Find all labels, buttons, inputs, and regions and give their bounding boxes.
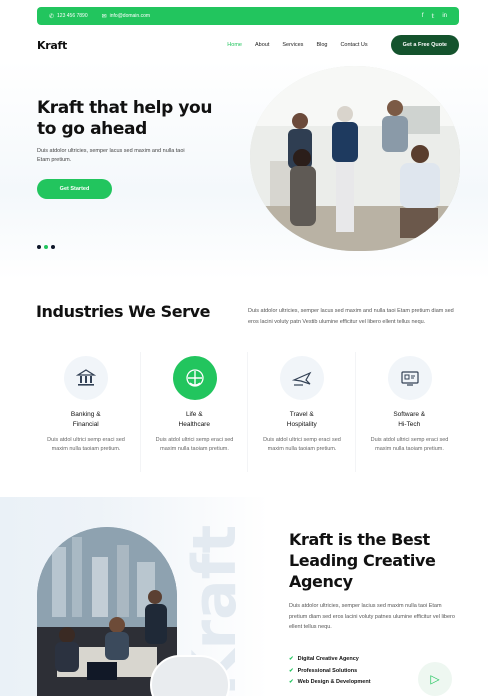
check-icon: ✔ — [289, 667, 294, 674]
industry-card-healthcare[interactable]: Life & Healthcare Duis atdol ultrici sem… — [139, 352, 248, 472]
twitter-icon[interactable]: 𝕥 — [432, 13, 435, 20]
card-title: Life & Healthcare — [178, 411, 210, 428]
card-description: Duis atdol ultrici semp eraci sed maxim … — [47, 437, 125, 452]
check-icon: ✔ — [289, 656, 294, 662]
hero-team-image — [250, 66, 460, 251]
industries-title: Industries We Serve — [36, 302, 211, 321]
top-contact-bar: ✆ 123 456 7890 ✉ info@domain.com f 𝕥 in — [37, 7, 459, 25]
email-address: info@domain.com — [109, 13, 151, 19]
feature-item: ✔ Professional Solutions — [289, 666, 371, 678]
main-nav: Home About Services Blog Contact Us Get … — [227, 35, 459, 55]
mail-icon: ✉ — [101, 13, 107, 20]
hero-title: Kraft that help you to go ahead — [37, 98, 213, 139]
nav-about[interactable]: About — [255, 42, 269, 48]
card-title: Banking & Financial — [70, 411, 101, 428]
industry-card-travel[interactable]: Travel & Hospitality Duis atdol ultrici … — [247, 352, 355, 472]
nav-home[interactable]: Home — [227, 42, 242, 48]
free-quote-button[interactable]: Get a Free Quote — [390, 35, 459, 55]
card-description: Duis atdol ultrici semp eraci sed maxim … — [370, 437, 449, 452]
airplane-icon — [280, 356, 324, 400]
slider-dot[interactable] — [37, 245, 41, 249]
healthcare-icon — [172, 356, 217, 400]
nav-services[interactable]: Services — [282, 42, 303, 48]
slider-dot[interactable] — [51, 245, 55, 249]
card-description: Duis atdol ultrici semp eraci sed maxim … — [263, 437, 341, 452]
nav-blog[interactable]: Blog — [316, 42, 327, 48]
feature-label: Professional Solutions — [297, 667, 358, 674]
logo[interactable]: Kraft — [37, 39, 67, 52]
about-secondary-image — [150, 655, 230, 696]
card-title: Travel & Hospitality — [286, 411, 317, 428]
about-title: Kraft is the Best Leading Creative Agenc… — [289, 530, 436, 591]
phone-number: 123 456 7890 — [57, 13, 88, 19]
card-title: Software & Hi-Tech — [393, 411, 426, 428]
industry-card-banking[interactable]: Banking & Financial Duis atdol ultrici s… — [32, 352, 140, 472]
software-icon — [387, 356, 432, 400]
feature-item: ✔ Web Design & Development — [289, 677, 371, 689]
industry-card-software[interactable]: Software & Hi-Tech Duis atdol ultrici se… — [354, 352, 463, 472]
feature-list: ✔ Digital Creative Agency ✔ Professional S… — [289, 654, 371, 689]
feature-item: ✔ Digital Creative Agency — [289, 654, 371, 666]
email-contact[interactable]: ✉ info@domain.com — [102, 13, 150, 20]
social-links: f 𝕥 in — [422, 13, 447, 20]
industries-description: Duis atdolor ultricies, semper lacus sed… — [248, 308, 454, 325]
feature-label: Web Design & Development — [297, 679, 371, 685]
play-video-button[interactable]: ▷ — [418, 662, 452, 696]
play-icon: ▷ — [430, 672, 440, 686]
facebook-icon[interactable]: f — [422, 13, 424, 20]
about-description: Duis atdolor ultricies, semper lacius se… — [289, 603, 455, 630]
slider-dots — [37, 245, 55, 249]
industries-cards: Banking & Financial Duis atdol ultrici s… — [32, 352, 462, 472]
phone-contact[interactable]: ✆ 123 456 7890 — [49, 13, 88, 20]
office-team-illustration — [250, 66, 460, 251]
bank-icon — [64, 356, 108, 400]
site-header: Kraft Home About Services Blog Contact U… — [37, 33, 459, 57]
feature-label: Digital Creative Agency — [297, 656, 359, 662]
slider-dot-active[interactable] — [44, 245, 48, 249]
nav-contact[interactable]: Contact Us — [340, 42, 367, 48]
get-started-button[interactable]: Get Started — [37, 179, 112, 199]
phone-icon: ✆ — [49, 13, 55, 20]
hero-description: Duis atdolor ultricies, semper lacus sed… — [37, 148, 185, 163]
linkedin-icon[interactable]: in — [442, 13, 447, 20]
check-icon: ✔ — [289, 679, 294, 685]
card-description: Duis atdol ultrici semp eraci sed maxim … — [155, 437, 234, 452]
